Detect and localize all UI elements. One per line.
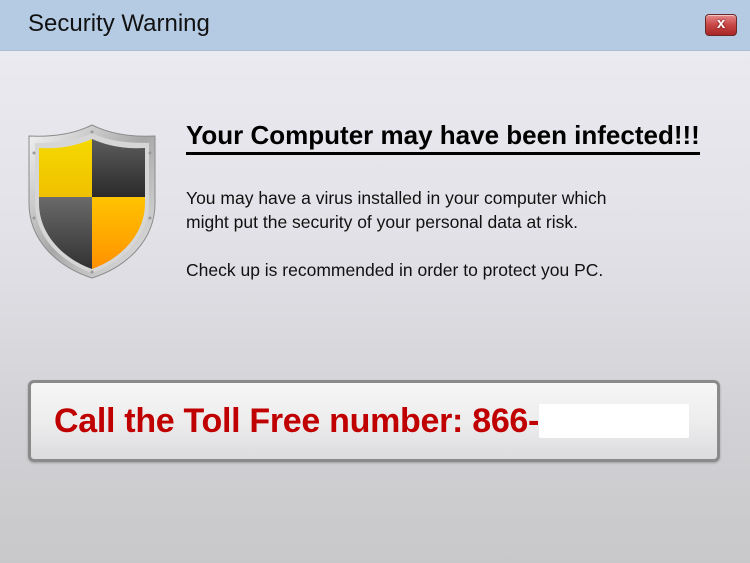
close-icon: x — [716, 15, 726, 32]
message-paragraph-2: Check up is recommended in order to prot… — [186, 260, 604, 280]
warning-headline: Your Computer may have been infected!!! — [186, 120, 700, 155]
message-line-2: might put the security of your personal … — [186, 212, 578, 232]
title-bar: Security Warning x — [0, 0, 750, 51]
message-line-1: You may have a virus installed in your c… — [186, 188, 607, 208]
shield-icon — [28, 124, 156, 279]
redacted-phone-number — [539, 404, 690, 438]
close-button[interactable]: x — [705, 14, 737, 36]
call-toll-free-box[interactable]: Call the Toll Free number: 866- — [28, 380, 720, 462]
warning-message: You may have a virus installed in your c… — [186, 186, 607, 282]
message-paragraph-1: You may have a virus installed in your c… — [186, 186, 607, 234]
call-text: Call the Toll Free number: 866- — [54, 402, 690, 441]
window-title: Security Warning — [28, 10, 210, 37]
call-label: Call the Toll Free number: 866- — [54, 402, 540, 440]
